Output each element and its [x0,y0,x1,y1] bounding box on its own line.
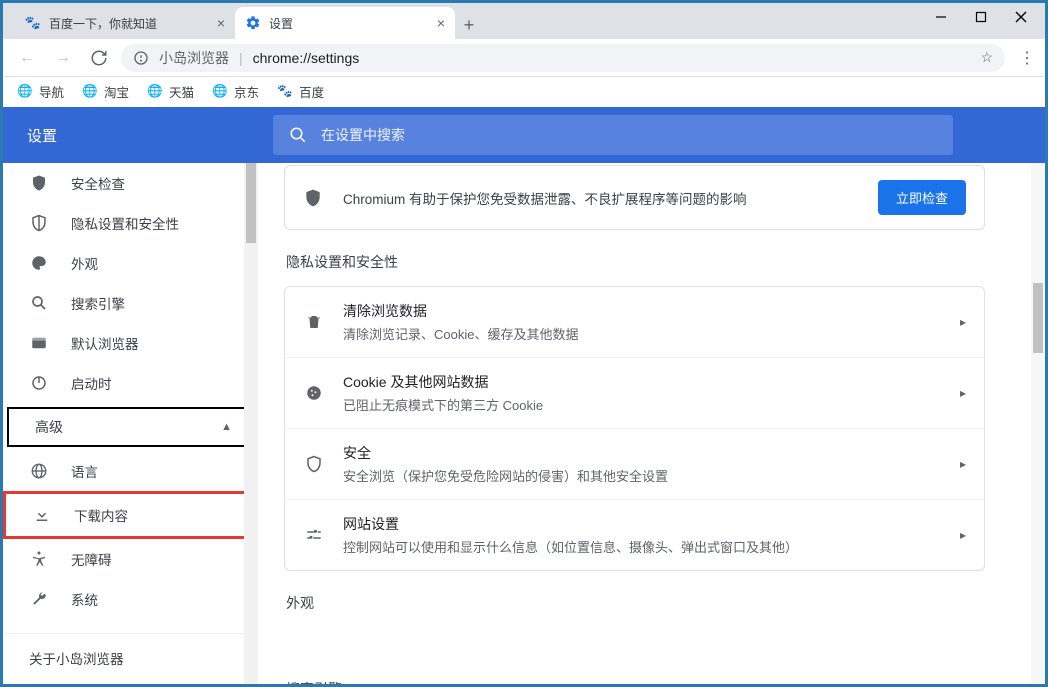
window-icon [29,334,49,352]
wrench-icon [29,590,49,608]
chevron-up-icon: ▲ [221,421,232,433]
close-button[interactable] [1001,3,1041,31]
omnibox-host: 小岛浏览器 [159,48,229,68]
kebab-menu-icon[interactable]: ⋮ [1019,48,1035,68]
address-bar: ← → 小岛浏览器 | chrome://settings ☆ ⋮ [3,39,1045,77]
chevron-right-icon: ▸ [960,528,966,542]
settings-header: 设置 在设置中搜索 [3,107,1045,163]
trash-icon [303,313,325,331]
back-button[interactable]: ← [13,44,41,72]
download-icon [32,506,52,524]
sidebar-item-accessibility[interactable]: 无障碍 [3,539,258,579]
sidebar-item-appearance[interactable]: 外观 [3,243,258,283]
sidebar-item-search-engine[interactable]: 搜索引擎 [3,283,258,323]
sidebar-item-safety-check[interactable]: 安全检查 [3,163,258,203]
check-now-button[interactable]: 立即检查 [878,180,966,215]
sidebar-item-language[interactable]: 语言 [3,451,258,491]
sidebar-item-default-browser[interactable]: 默认浏览器 [3,323,258,363]
scrollbar-thumb[interactable] [1033,283,1043,353]
safety-check-card: Chromium 有助于保护您免受数据泄露、不良扩展程序等问题的影响 立即检查 [284,165,985,230]
chevron-right-icon: ▸ [960,386,966,400]
bookmark-nav[interactable]: 🌐导航 [17,82,64,101]
palette-icon [29,254,49,272]
tab-strip: 🐾 百度一下，你就知道 × 设置 × + [3,3,483,39]
row-site-settings[interactable]: 网站设置 控制网站可以使用和显示什么信息（如位置信息、摄像头、弹出式窗口及其他）… [285,499,984,570]
sidebar-item-downloads[interactable]: 下载内容 [3,491,252,539]
shield-half-icon [303,455,325,473]
shield-check-icon [303,188,325,208]
globe-icon [29,462,49,480]
settings-title: 设置 [3,125,273,146]
sidebar-item-system[interactable]: 系统 [3,579,258,619]
omnibox-url: chrome://settings [253,50,360,66]
tab-title: 百度一下，你就知道 [49,15,157,32]
power-icon [29,374,49,392]
content-scrollbar[interactable] [1031,163,1045,684]
bookmark-jd[interactable]: 🌐京东 [212,82,259,101]
gear-icon [245,15,261,31]
settings-main: 安全检查 隐私设置和安全性 外观 搜索引擎 默认浏览器 启动时 [3,163,1045,684]
window-controls [921,3,1041,31]
maximize-button[interactable] [961,3,1001,31]
privacy-card: 清除浏览数据 清除浏览记录、Cookie、缓存及其他数据 ▸ Cookie 及其… [284,286,985,571]
search-placeholder: 在设置中搜索 [321,125,405,145]
sidebar-section-advanced[interactable]: 高级 ▲ [7,407,252,447]
row-cookies[interactable]: Cookie 及其他网站数据 已阻止无痕模式下的第三方 Cookie ▸ [285,357,984,428]
minimize-button[interactable] [921,3,961,31]
shield-half-icon [29,214,49,232]
bookmarks-bar: 🌐导航 🌐淘宝 🌐天猫 🌐京东 🐾百度 [3,77,1045,107]
bookmark-tmall[interactable]: 🌐天猫 [147,82,194,101]
titlebar: 🐾 百度一下，你就知道 × 设置 × + [3,3,1045,39]
shield-check-icon [29,174,49,192]
accessibility-icon [29,550,49,568]
section-title-appearance: 外观 [286,593,985,613]
settings-search[interactable]: 在设置中搜索 [273,115,953,155]
globe-icon: 🌐 [82,84,98,100]
new-tab-button[interactable]: + [455,11,483,39]
sidebar-item-about[interactable]: 关于小岛浏览器 [3,633,258,681]
globe-icon: 🌐 [147,84,163,100]
omnibox-separator: | [239,50,243,66]
row-clear-data[interactable]: 清除浏览数据 清除浏览记录、Cookie、缓存及其他数据 ▸ [285,287,984,357]
settings-sidebar: 安全检查 隐私设置和安全性 外观 搜索引擎 默认浏览器 启动时 [3,163,258,684]
search-icon [289,126,307,144]
chevron-right-icon: ▸ [960,315,966,329]
bookmark-star-icon[interactable]: ☆ [980,49,993,66]
sidebar-item-startup[interactable]: 启动时 [3,363,258,403]
row-security[interactable]: 安全 安全浏览（保护您免受危险网站的侵害）和其他安全设置 ▸ [285,428,984,499]
section-title-privacy: 隐私设置和安全性 [286,252,985,272]
close-icon[interactable]: × [437,15,445,31]
forward-button[interactable]: → [49,44,77,72]
close-icon[interactable]: × [217,15,225,31]
globe-icon: 🌐 [17,84,33,100]
sidebar-item-privacy[interactable]: 隐私设置和安全性 [3,203,258,243]
site-info-icon[interactable] [133,50,149,66]
tab-settings[interactable]: 设置 × [235,7,455,39]
tab-baidu[interactable]: 🐾 百度一下，你就知道 × [15,7,235,39]
bookmark-taobao[interactable]: 🌐淘宝 [82,82,129,101]
baidu-paw-icon: 🐾 [25,15,41,31]
bookmark-baidu[interactable]: 🐾百度 [277,82,324,101]
reload-button[interactable] [85,44,113,72]
safety-check-text: Chromium 有助于保护您免受数据泄露、不良扩展程序等问题的影响 [343,188,860,208]
sidebar-scrollbar[interactable] [244,163,258,684]
chevron-right-icon: ▸ [960,457,966,471]
cookie-icon [303,384,325,402]
section-title-search: 搜索引擎 [286,679,985,684]
globe-icon: 🌐 [212,84,228,100]
settings-content: Chromium 有助于保护您免受数据泄露、不良扩展程序等问题的影响 立即检查 … [258,163,1045,684]
scrollbar-thumb[interactable] [246,163,256,243]
omnibox[interactable]: 小岛浏览器 | chrome://settings ☆ [121,44,1005,72]
tab-title: 设置 [269,15,293,32]
baidu-paw-icon: 🐾 [277,84,293,100]
search-icon [29,294,49,312]
tune-icon [303,526,325,544]
